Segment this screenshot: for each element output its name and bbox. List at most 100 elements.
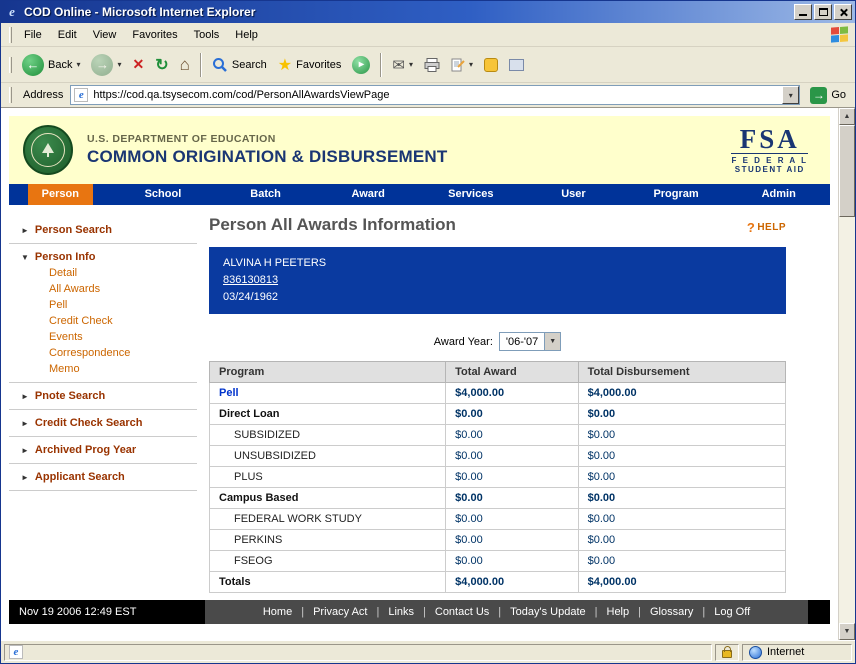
footer-cap (808, 600, 830, 624)
refresh-button[interactable]: ↻ (150, 50, 173, 80)
doe-seal-icon (23, 125, 73, 175)
sidebar-item-person-info[interactable]: ▼Person Info (9, 249, 197, 265)
footer-link-log-off[interactable]: Log Off (714, 606, 750, 618)
page-icon: e (74, 88, 88, 102)
lock-icon (722, 650, 732, 658)
column-header-program: Program (210, 362, 446, 383)
sidebar-subitem-credit-check[interactable]: Credit Check (9, 313, 197, 329)
sidebar-item-applicant-search[interactable]: ►Applicant Search (9, 469, 197, 485)
chevron-right-icon: ► (21, 446, 29, 455)
edit-button[interactable]: ▾ (446, 50, 478, 80)
close-button[interactable] (834, 4, 852, 20)
tab-program[interactable]: Program (639, 184, 712, 205)
mail-dropdown-icon[interactable]: ▾ (409, 60, 413, 69)
stop-button[interactable]: ✕ (128, 50, 150, 80)
go-button[interactable]: → Go (805, 87, 851, 104)
minimize-button[interactable] (794, 4, 812, 20)
sidebar-subitem-all-awards[interactable]: All Awards (9, 281, 197, 297)
page-scrollbar[interactable]: ▲ ▼ (838, 108, 855, 640)
site-banner: U.S. DEPARTMENT OF EDUCATION COMMON ORIG… (9, 116, 830, 184)
sidebar-item-person-search[interactable]: ►Person Search (9, 222, 197, 238)
footer-links: Home|Privacy Act|Links|Contact Us|Today'… (205, 600, 808, 624)
person-id-link[interactable]: 836130813 (223, 272, 278, 289)
menu-favorites[interactable]: Favorites (124, 26, 185, 44)
windows-logo-icon (831, 26, 848, 42)
menu-file[interactable]: File (16, 26, 50, 44)
program-cell: Direct Loan (210, 404, 446, 425)
address-dropdown-button[interactable]: ▾ (782, 86, 799, 104)
scroll-track[interactable] (839, 217, 855, 623)
total-award-cell: $0.00 (446, 446, 578, 467)
program-cell: FEDERAL WORK STUDY (210, 509, 446, 530)
fsa-student-aid-text: STUDENT AID (731, 165, 808, 174)
browser-toolbar: ← Back ▾ → ▾ ✕ ↻ ⌂ Search ★ Favorites ▸ … (1, 47, 855, 83)
scroll-up-button[interactable]: ▲ (839, 108, 855, 125)
chevron-right-icon: ► (21, 226, 29, 235)
search-button[interactable]: Search (207, 50, 272, 80)
tab-person[interactable]: Person (28, 184, 93, 205)
maximize-button[interactable] (814, 4, 832, 20)
menu-view[interactable]: View (85, 26, 125, 44)
tab-batch[interactable]: Batch (236, 184, 295, 205)
person-dob: 03/24/1962 (223, 289, 772, 306)
menu-edit[interactable]: Edit (50, 26, 85, 44)
award-year-select[interactable]: '06-'07 ▼ (499, 332, 561, 351)
toolbar-separator (380, 53, 382, 77)
combo-arrow-icon[interactable]: ▼ (544, 333, 560, 350)
table-row: PLUS$0.00$0.00 (210, 467, 786, 488)
search-label: Search (232, 59, 267, 71)
discuss-button[interactable] (504, 50, 529, 80)
home-icon: ⌂ (180, 55, 190, 75)
messenger-button[interactable] (479, 50, 503, 80)
footer-link-help[interactable]: Help (607, 606, 630, 618)
forward-dropdown-icon[interactable]: ▾ (117, 60, 121, 69)
footer-link-today-s-update[interactable]: Today's Update (510, 606, 585, 618)
program-cell[interactable]: Pell (210, 383, 446, 404)
total-disbursement-cell: $0.00 (578, 404, 785, 425)
sidebar-subitem-detail[interactable]: Detail (9, 265, 197, 281)
status-bar: e Internet (1, 640, 855, 663)
footer-link-glossary[interactable]: Glossary (650, 606, 693, 618)
scroll-thumb[interactable] (839, 125, 855, 217)
print-button[interactable] (419, 50, 445, 80)
refresh-icon: ↻ (155, 55, 168, 75)
scroll-down-button[interactable]: ▼ (839, 623, 855, 640)
footer-link-privacy-act[interactable]: Privacy Act (313, 606, 367, 618)
tab-services[interactable]: Services (434, 184, 507, 205)
favorites-button[interactable]: ★ Favorites (273, 50, 347, 80)
media-button[interactable]: ▸ (347, 50, 375, 80)
sidebar-item-archived-prog-year[interactable]: ►Archived Prog Year (9, 442, 197, 458)
forward-button[interactable]: → ▾ (86, 50, 126, 80)
edit-dropdown-icon[interactable]: ▾ (469, 60, 473, 69)
menu-help[interactable]: Help (227, 26, 266, 44)
home-button[interactable]: ⌂ (175, 50, 195, 80)
table-row: FEDERAL WORK STUDY$0.00$0.00 (210, 509, 786, 530)
mail-icon: ✉ (392, 56, 405, 74)
program-cell: UNSUBSIDIZED (210, 446, 446, 467)
tab-user[interactable]: User (547, 184, 599, 205)
tab-school[interactable]: School (131, 184, 196, 205)
sidebar-subitem-pell[interactable]: Pell (9, 297, 197, 313)
footer-link-home[interactable]: Home (263, 606, 292, 618)
person-summary: ALVINA H PEETERS 836130813 03/24/1962 (209, 247, 786, 314)
tab-admin[interactable]: Admin (748, 184, 810, 205)
program-cell: PERKINS (210, 530, 446, 551)
sidebar-subitem-memo[interactable]: Memo (9, 361, 197, 377)
sidebar-subitem-correspondence[interactable]: Correspondence (9, 345, 197, 361)
mail-button[interactable]: ✉ ▾ (387, 50, 418, 80)
footer-link-contact-us[interactable]: Contact Us (435, 606, 489, 618)
sidebar-item-credit-check-search[interactable]: ►Credit Check Search (9, 415, 197, 431)
table-row: Direct Loan$0.00$0.00 (210, 404, 786, 425)
sidebar-item-pnote-search[interactable]: ►Pnote Search (9, 388, 197, 404)
tab-award[interactable]: Award (337, 184, 398, 205)
help-link[interactable]: ? HELP (747, 220, 786, 235)
back-button[interactable]: ← Back ▾ (17, 50, 85, 80)
table-row: Campus Based$0.00$0.00 (210, 488, 786, 509)
menu-tools[interactable]: Tools (186, 26, 228, 44)
sidebar-subitem-events[interactable]: Events (9, 329, 197, 345)
menu-bar: FileEditViewFavoritesToolsHelp (1, 23, 855, 47)
back-dropdown-icon[interactable]: ▾ (76, 60, 80, 69)
page-content: U.S. DEPARTMENT OF EDUCATION COMMON ORIG… (1, 108, 838, 640)
footer-link-links[interactable]: Links (388, 606, 414, 618)
address-input[interactable]: e https://cod.qa.tsysecom.com/cod/Person… (70, 85, 800, 105)
